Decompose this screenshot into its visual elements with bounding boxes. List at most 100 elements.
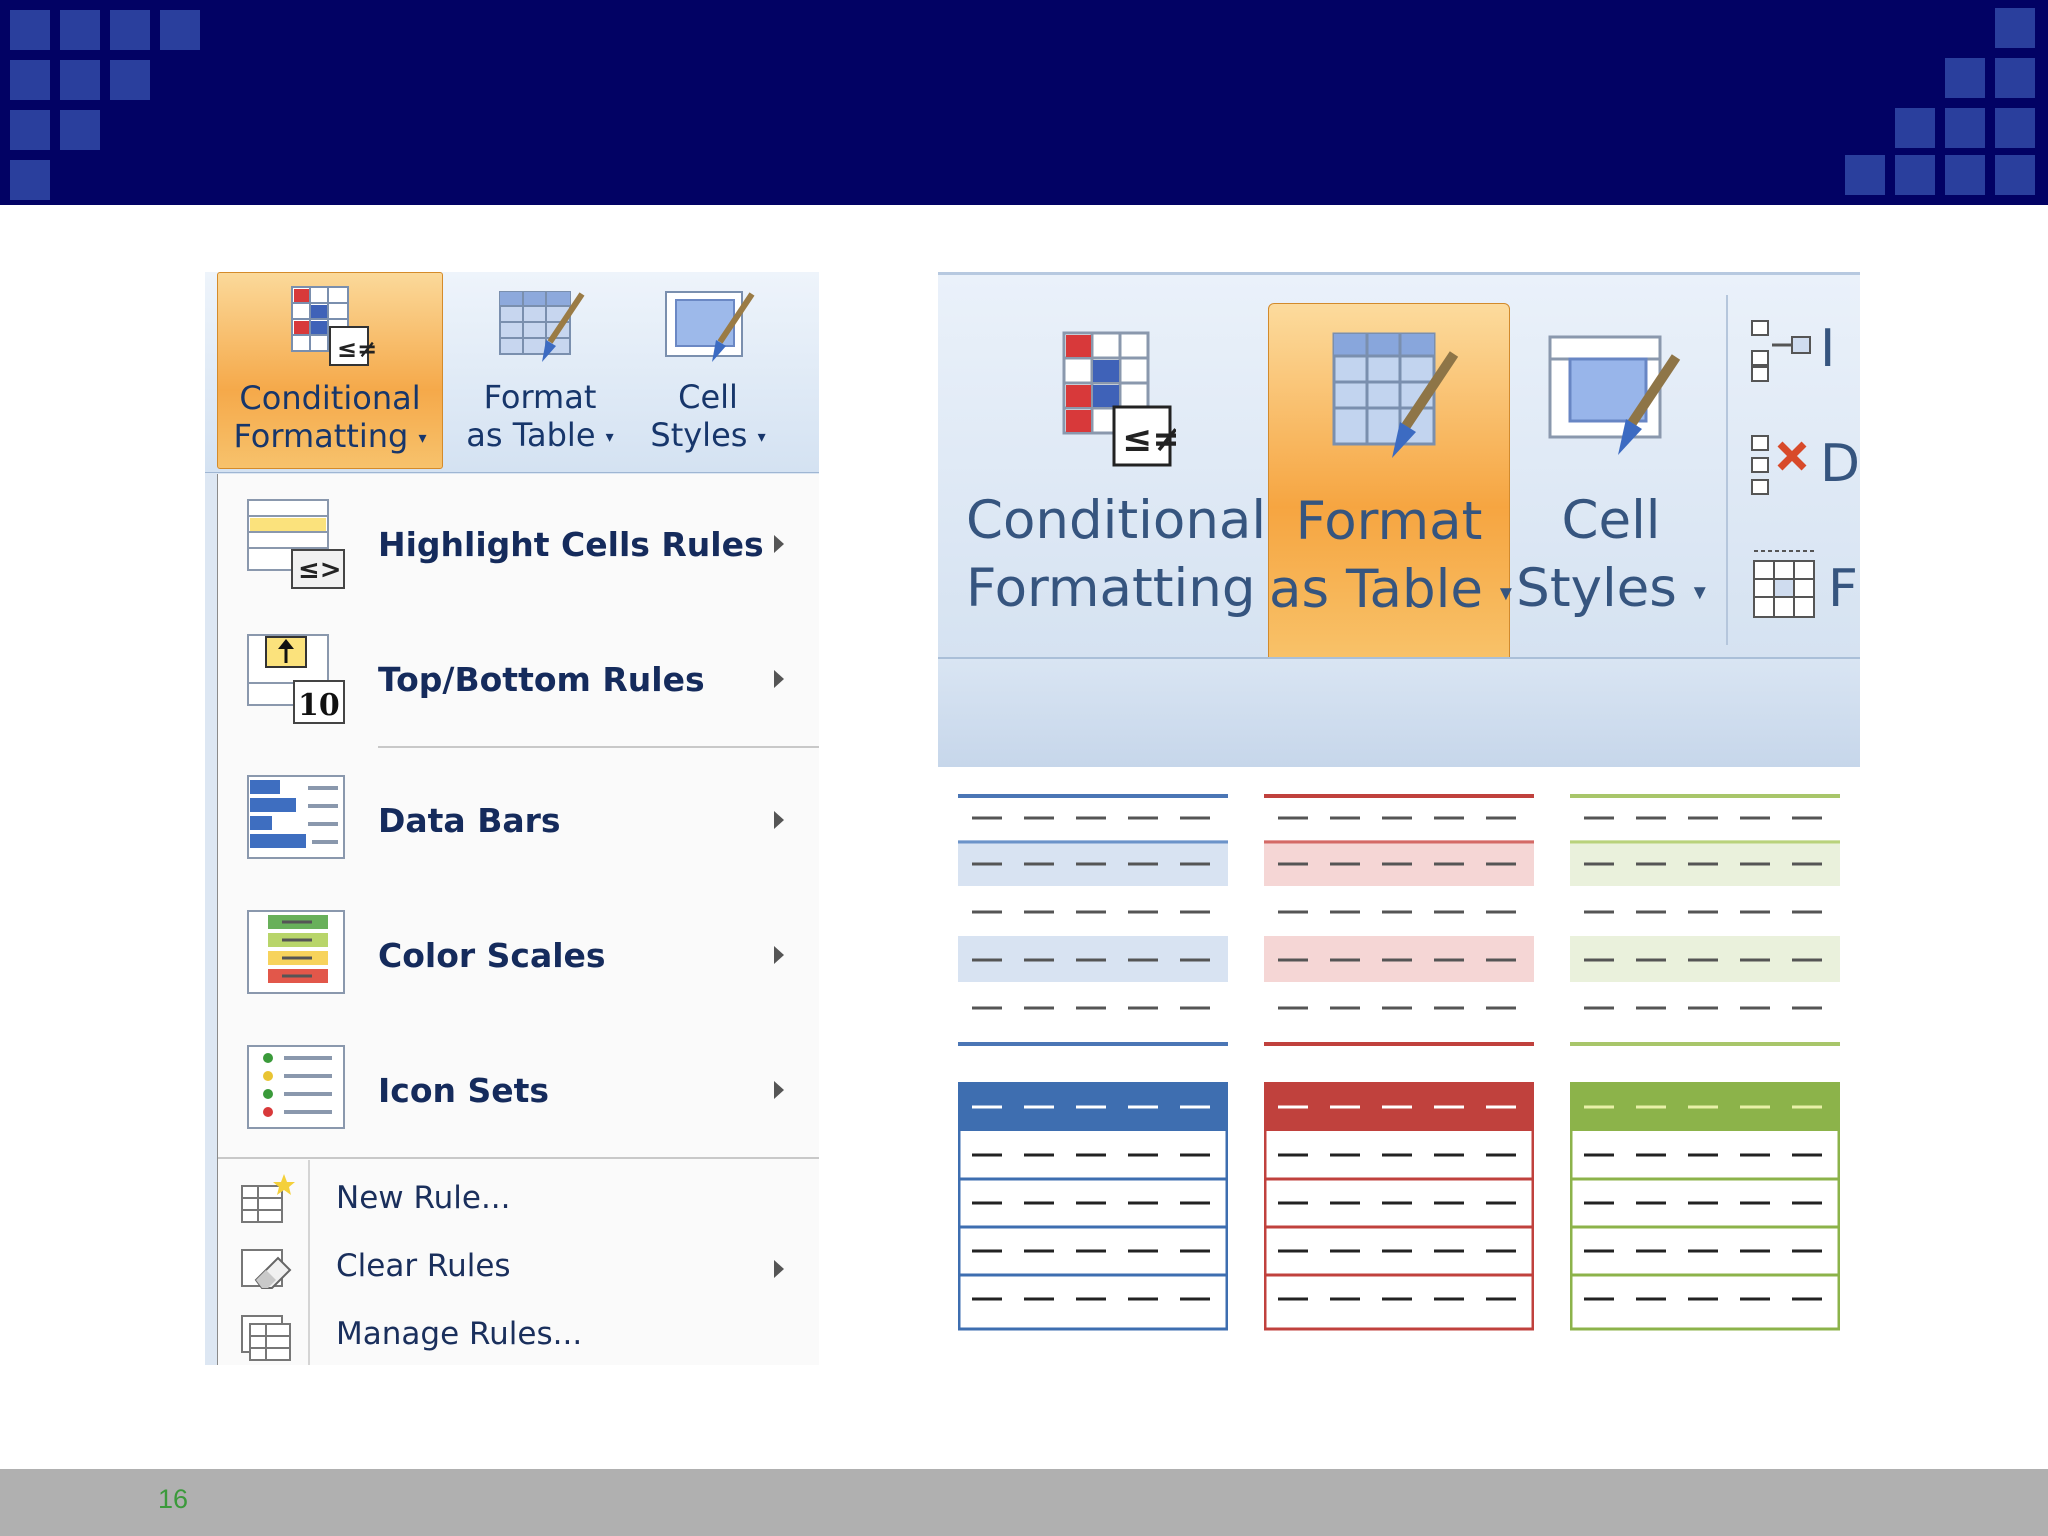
menu-item-manage-rules[interactable]: Manage Rules... bbox=[218, 1308, 819, 1365]
decor-square bbox=[1895, 155, 1935, 195]
chevron-down-icon: ▾ bbox=[605, 427, 614, 446]
ribbon-styles-group: ≤≠ Conditional Formatting ▾ Format as Ta… bbox=[205, 272, 819, 473]
menu-item-label: Clear Rules bbox=[336, 1248, 511, 1284]
conditional-formatting-screenshot: ≤≠ Conditional Formatting ▾ Format as Ta… bbox=[205, 272, 819, 1365]
format-as-table-button[interactable]: Format as Table ▾ bbox=[455, 272, 625, 467]
ribbon-separator bbox=[1726, 295, 1728, 645]
table-style-light-green[interactable] bbox=[1570, 792, 1840, 1052]
format-as-table-button[interactable]: Format as Table ▾ bbox=[1268, 303, 1512, 675]
conditional-formatting-line2: Formatting bbox=[966, 558, 1256, 619]
table-style-medium-green[interactable] bbox=[1570, 1082, 1840, 1332]
menu-item-label: Highlight Cells Rules bbox=[378, 524, 764, 564]
decor-square bbox=[1845, 155, 1885, 195]
decor-square bbox=[1945, 108, 1985, 148]
top-bottom-icon: 10 bbox=[247, 634, 345, 724]
menu-item-data-bars[interactable]: Data Bars bbox=[218, 770, 819, 870]
format-as-table-icon bbox=[499, 291, 585, 362]
decor-square bbox=[110, 60, 150, 100]
decor-square bbox=[160, 10, 200, 50]
menu-separator bbox=[378, 746, 819, 748]
decor-square bbox=[10, 110, 50, 150]
format-cells-icon bbox=[1753, 550, 1815, 618]
cell-styles-button[interactable]: Cell Styles ▾ bbox=[633, 272, 783, 467]
top-bottom-badge: 10 bbox=[298, 688, 340, 723]
ribbon-styles-group-zoomed: ≤≠ Conditional Formatting ▾ Format as Ta… bbox=[938, 272, 1860, 675]
delete-label-cut: D bbox=[1820, 434, 1860, 494]
slide-footer: 16 bbox=[0, 1469, 2048, 1536]
decor-square bbox=[10, 160, 50, 200]
decor-square bbox=[1995, 108, 2035, 148]
conditional-formatting-button[interactable]: ≤≠ Conditional Formatting ▾ bbox=[217, 272, 443, 469]
decor-square bbox=[1995, 8, 2035, 48]
conditional-formatting-button[interactable]: ≤≠ Conditional Formatting ▾ bbox=[966, 303, 1284, 673]
table-style-medium-blue[interactable] bbox=[958, 1082, 1228, 1332]
cell-styles-button[interactable]: Cell Styles ▾ bbox=[1516, 303, 1706, 673]
page-number: 16 bbox=[158, 1484, 189, 1514]
submenu-arrow-icon bbox=[774, 946, 784, 964]
format-as-table-line2: as Table bbox=[466, 416, 596, 454]
table-style-gallery bbox=[938, 767, 1860, 1332]
insert-cells-button[interactable]: I bbox=[1746, 315, 1860, 385]
icon-sets-icon bbox=[247, 1045, 345, 1129]
menu-item-new-rule[interactable]: New Rule... bbox=[218, 1172, 819, 1232]
format-label-cut: F bbox=[1828, 559, 1858, 619]
decor-square bbox=[10, 60, 50, 100]
cell-styles-line1: Cell bbox=[678, 378, 738, 416]
table-style-light-red[interactable] bbox=[1264, 792, 1534, 1052]
chevron-down-icon: ▾ bbox=[1693, 577, 1706, 606]
submenu-arrow-icon bbox=[774, 535, 784, 553]
delete-cells-button[interactable]: D bbox=[1746, 430, 1860, 500]
menu-item-label: New Rule... bbox=[336, 1180, 511, 1216]
chevron-down-icon: ▾ bbox=[1499, 578, 1512, 607]
decor-square bbox=[60, 60, 100, 100]
conditional-formatting-icon: ≤≠ bbox=[291, 286, 377, 366]
clear-rules-icon bbox=[241, 1249, 292, 1289]
menu-item-top-bottom-rules[interactable]: 10 Top/Bottom Rules bbox=[218, 629, 819, 729]
menu-item-label: Top/Bottom Rules bbox=[378, 659, 705, 699]
conditional-formatting-line1: Conditional bbox=[239, 379, 421, 417]
decor-square bbox=[10, 10, 50, 50]
menu-item-label: Manage Rules... bbox=[336, 1316, 583, 1352]
submenu-arrow-icon bbox=[774, 1081, 784, 1099]
format-as-table-line2: as Table bbox=[1269, 559, 1483, 620]
insert-label-cut: I bbox=[1820, 319, 1836, 379]
slide-header bbox=[0, 0, 2048, 205]
svg-text:≤>: ≤> bbox=[298, 555, 342, 585]
menu-item-label: Color Scales bbox=[378, 935, 606, 975]
table-style-light-blue[interactable] bbox=[958, 792, 1228, 1052]
menu-item-clear-rules[interactable]: Clear Rules bbox=[218, 1240, 819, 1300]
new-rule-icon bbox=[241, 1174, 295, 1223]
cell-styles-icon bbox=[665, 291, 755, 362]
ribbon-bottom-bar bbox=[938, 657, 1860, 769]
chevron-down-icon: ▾ bbox=[757, 427, 766, 446]
menu-item-icon-sets[interactable]: Icon Sets bbox=[218, 1040, 819, 1140]
menu-separator bbox=[218, 1157, 819, 1159]
cell-styles-icon bbox=[1548, 335, 1681, 455]
conditional-formatting-icon: ≤≠ bbox=[1062, 331, 1176, 467]
format-as-table-line1: Format bbox=[483, 378, 597, 416]
decor-square bbox=[1895, 108, 1935, 148]
cell-styles-line2: Styles bbox=[1516, 558, 1677, 619]
conditional-formatting-line2: Formatting bbox=[233, 417, 409, 455]
decor-square bbox=[1995, 58, 2035, 98]
table-style-medium-red[interactable] bbox=[1264, 1082, 1534, 1332]
decor-square bbox=[1995, 155, 2035, 195]
format-as-table-line1: Format bbox=[1295, 491, 1483, 552]
chevron-down-icon: ▾ bbox=[418, 428, 427, 447]
manage-rules-icon bbox=[241, 1315, 291, 1361]
menu-item-highlight-cells-rules[interactable]: ≤> Highlight Cells Rules bbox=[218, 494, 819, 594]
highlight-cells-icon: ≤> bbox=[247, 499, 345, 589]
decor-square bbox=[110, 10, 150, 50]
decor-square bbox=[1945, 58, 1985, 98]
format-as-table-screenshot: ≤≠ Conditional Formatting ▾ Format as Ta… bbox=[938, 272, 1860, 1332]
format-cells-button[interactable]: F bbox=[1746, 545, 1860, 625]
submenu-arrow-icon bbox=[774, 811, 784, 829]
decor-square bbox=[1945, 155, 1985, 195]
menu-item-color-scales[interactable]: Color Scales bbox=[218, 905, 819, 1005]
decor-square bbox=[60, 10, 100, 50]
menu-item-label: Data Bars bbox=[378, 800, 561, 840]
submenu-arrow-icon bbox=[774, 1260, 784, 1278]
cell-styles-line2: Styles bbox=[650, 416, 748, 454]
svg-text:≤≠: ≤≠ bbox=[337, 335, 377, 363]
delete-cells-icon bbox=[1751, 435, 1807, 495]
